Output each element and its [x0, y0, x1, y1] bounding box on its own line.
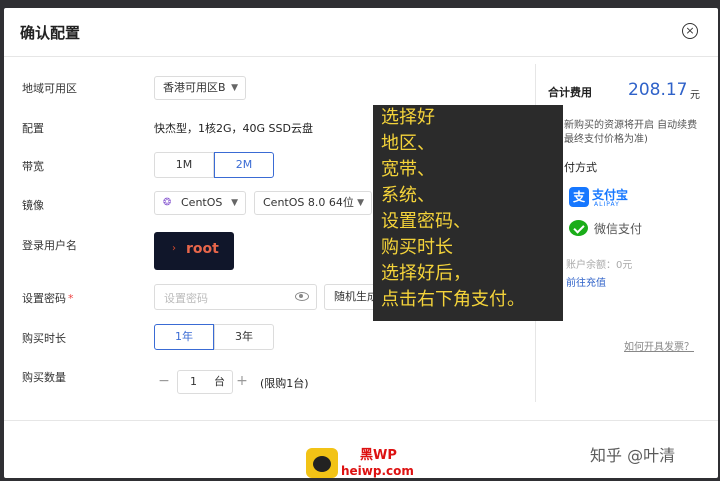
dialog-title: 确认配置	[20, 24, 81, 42]
password-label: 设置密码 *	[22, 290, 74, 306]
region-value: 香港可用区B	[163, 81, 226, 94]
password-input[interactable]: 设置密码	[154, 284, 317, 310]
overlay-line: 宽带、	[381, 159, 435, 180]
chevron-down-icon: ▼	[231, 198, 238, 208]
overlay-line: 点击右下角支付。	[381, 289, 525, 310]
watermark-brand: 黑WP	[360, 448, 397, 463]
quantity-minus-button[interactable]: −	[153, 370, 175, 394]
os-version-select[interactable]: CentOS 8.0 64位 ▼	[254, 191, 372, 215]
region-label: 地域可用区	[22, 82, 77, 95]
centos-icon: ❂	[163, 197, 172, 208]
os-version-value: CentOS 8.0 64位	[263, 196, 354, 209]
overlay-line: 设置密码、	[381, 211, 471, 232]
account-balance: 账户余额：0元	[566, 260, 633, 271]
overlay-line: 购买时长	[381, 237, 453, 258]
alipay-icon[interactable]: 支	[569, 187, 589, 207]
os-select[interactable]: ❂ CentOS ▼	[154, 191, 246, 215]
wechat-pay-icon[interactable]	[569, 220, 588, 236]
invoice-help-link[interactable]: 如何开具发票？	[624, 338, 694, 353]
bandwidth-label: 带宽	[22, 160, 44, 173]
chevron-down-icon: ▼	[357, 198, 364, 208]
quantity-plus-button[interactable]: +	[231, 370, 253, 394]
confirm-config-dialog: 确认配置 × 地域可用区 香港可用区B ▼ 配置 快杰型，1核2G，40G SS…	[4, 8, 718, 478]
overlay-line: 地区、	[381, 133, 435, 154]
login-user-box: › root	[154, 232, 234, 270]
quantity-input[interactable]: 1 台	[177, 370, 233, 394]
eye-icon[interactable]	[295, 292, 309, 301]
duration-label: 购买时长	[22, 332, 66, 345]
overlay-line: 选择好后，	[381, 263, 471, 284]
quantity-value: 1	[190, 375, 197, 388]
quantity-unit: 台	[214, 375, 225, 388]
chevron-down-icon: ▼	[231, 83, 238, 93]
region-select[interactable]: 香港可用区B ▼	[154, 76, 246, 100]
os-value: CentOS	[181, 196, 223, 209]
recharge-link[interactable]: 前往充值	[566, 274, 606, 289]
heiwp-logo	[306, 448, 338, 478]
overlay-line: 系统、	[381, 185, 435, 206]
config-label: 配置	[22, 122, 44, 135]
watermark-url: heiwp.com	[341, 464, 414, 478]
password-placeholder: 设置密码	[164, 292, 208, 305]
required-mark: *	[68, 292, 74, 305]
image-label: 镜像	[22, 199, 44, 212]
chevron-right-icon: ›	[172, 243, 176, 254]
bandwidth-option-1m[interactable]: 1M	[154, 152, 214, 178]
quantity-label: 购买数量	[22, 371, 66, 384]
logo-face-icon	[313, 456, 331, 472]
duration-option-3y[interactable]: 3年	[214, 324, 274, 350]
overlay-line: 选择好	[381, 107, 435, 128]
dialog-footer-divider	[4, 420, 718, 421]
wechat-pay-label[interactable]: 微信支付	[594, 220, 642, 237]
instruction-overlay: 选择好 地区、 宽带、 系统、 设置密码、 购买时长 选择好后， 点击右下角支付…	[373, 105, 563, 321]
password-label-text: 设置密码	[22, 292, 66, 305]
login-user-label: 登录用户名	[22, 239, 77, 252]
alipay-sub-label: ALIPAY	[594, 201, 620, 208]
bandwidth-option-2m[interactable]: 2M	[214, 152, 274, 178]
payment-options: 支 支付宝 ALIPAY 微信支付 账户余额：0元 前往充值 如何开具发票？	[536, 8, 719, 353]
zhihu-watermark: 知乎 @叶清	[590, 446, 676, 465]
config-value: 快杰型，1核2G，40G SSD云盘	[154, 122, 313, 135]
duration-option-1y[interactable]: 1年	[154, 324, 214, 350]
login-user-value: root	[186, 241, 219, 257]
quantity-limit: (限购1台)	[260, 377, 309, 390]
